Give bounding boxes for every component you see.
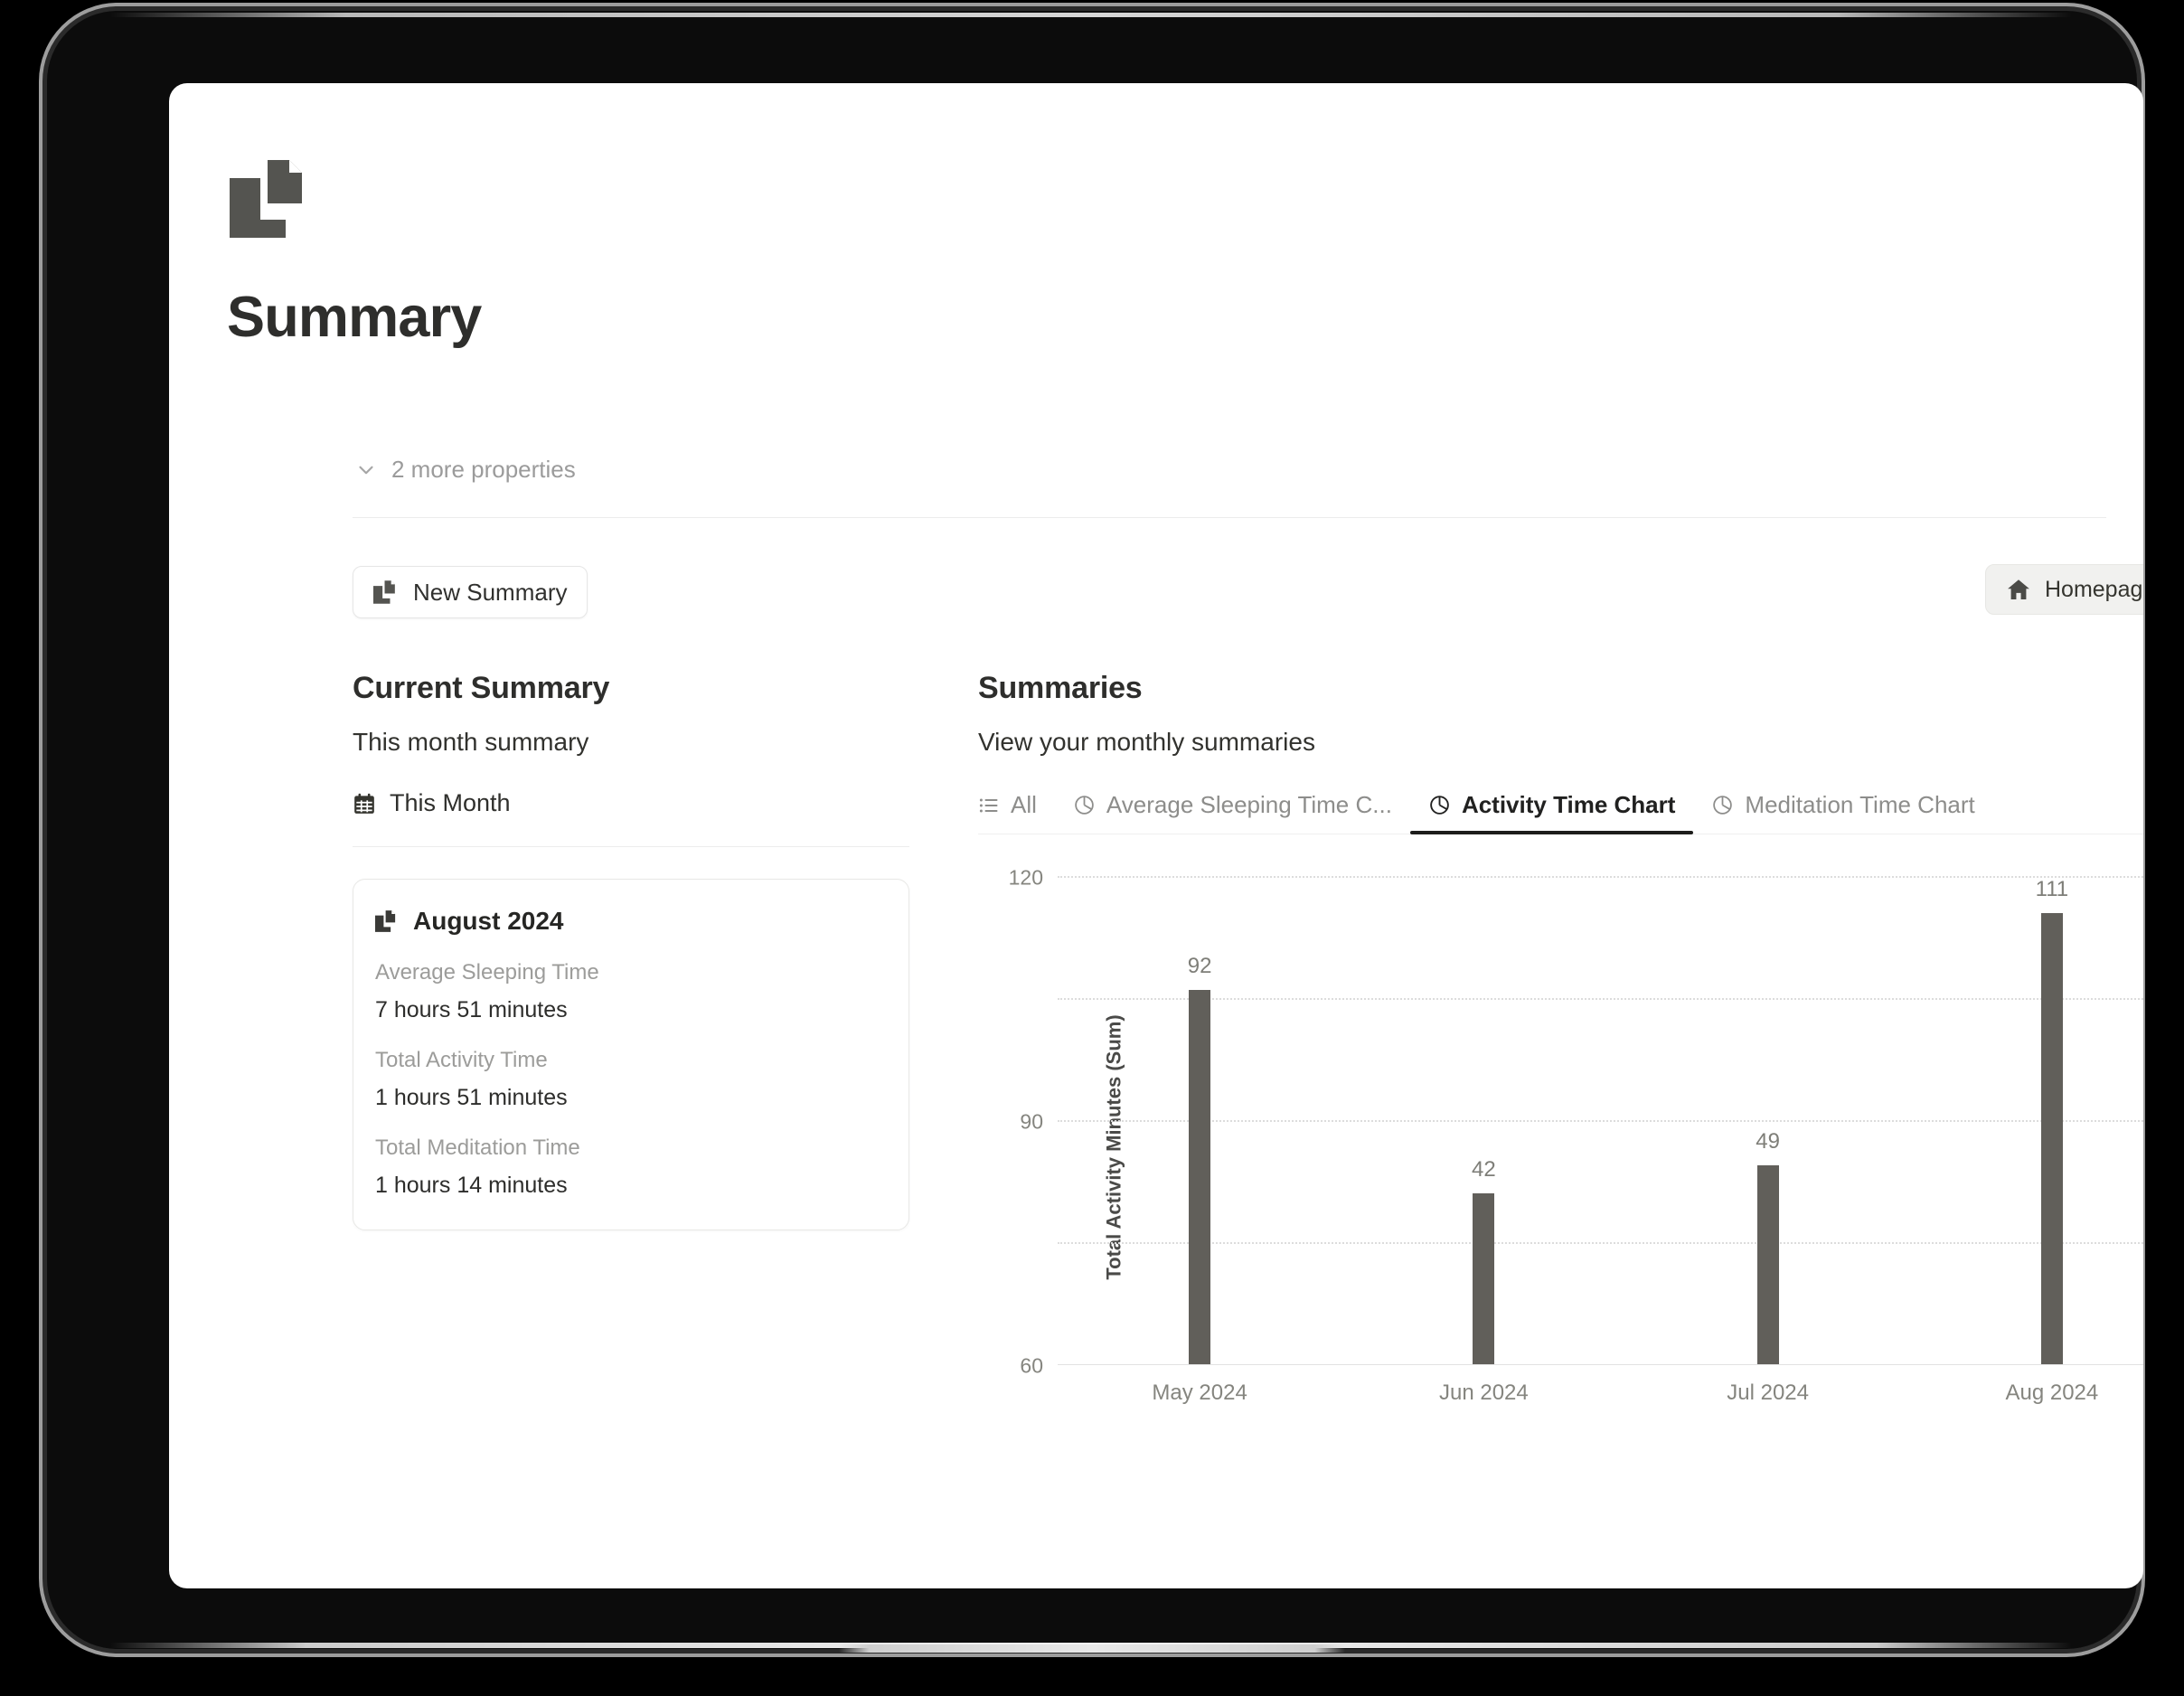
chart-bar[interactable]	[2040, 912, 2063, 1364]
tab-activity-time-chart-label: Activity Time Chart	[1461, 791, 1676, 818]
chart-bar-value-label: 49	[1756, 1128, 1780, 1154]
home-icon	[2006, 577, 2031, 602]
field-value-meditation: 1 hours 14 minutes	[375, 1173, 568, 1198]
chart-tabs: All Average Sleeping Time C... Activity …	[978, 789, 2143, 834]
tab-all-label: All	[1011, 791, 1037, 818]
app-page: Summary 2 more properties New Summary Ho…	[169, 83, 2143, 1588]
left-panel-divider	[353, 846, 909, 847]
frame-top-edge	[110, 13, 2072, 17]
chart-plot-area: 030609012092May 202442Jun 202449Jul 2024…	[1009, 866, 2143, 1406]
chart-bar-value-label: 111	[2035, 876, 2069, 901]
documents-icon	[373, 580, 399, 604]
chart-bar-value-label: 42	[1472, 1157, 1496, 1182]
pie-chart-icon	[1428, 794, 1451, 816]
more-properties-label: 2 more properties	[391, 456, 576, 483]
list-icon	[978, 795, 1000, 816]
pie-chart-icon	[1073, 794, 1096, 816]
more-properties-toggle[interactable]: 2 more properties	[354, 456, 576, 484]
pie-chart-icon	[1711, 794, 1734, 816]
summary-card-title: August 2024	[413, 907, 564, 935]
field-value-activity: 1 hours 51 minutes	[375, 1085, 568, 1110]
tab-average-sleeping-time-chart[interactable]: Average Sleeping Time C...	[1055, 789, 1410, 834]
tablet-frame: Summary 2 more properties New Summary Ho…	[47, 11, 2143, 1653]
chart-bar[interactable]	[1189, 990, 1211, 1364]
homepage-label: Homepage	[2045, 576, 2143, 602]
chart-bar-value-label: 92	[1187, 954, 1212, 978]
chart-bar-group[interactable]: 42 Jun 2024	[1341, 876, 1625, 1405]
chart-gridline: 0	[1058, 1364, 2143, 1365]
summaries-subtitle: View your monthly summaries	[978, 728, 1315, 756]
summary-card-title-row: August 2024	[375, 907, 887, 936]
chart-bar[interactable]	[1473, 1193, 1495, 1364]
this-month-filter[interactable]: This Month	[353, 789, 909, 817]
new-summary-label: New Summary	[413, 578, 568, 606]
field-label-sleeping: Average Sleeping Time	[375, 960, 599, 985]
tab-activity-time-chart[interactable]: Activity Time Chart	[1409, 789, 1694, 834]
chart-x-tick: Aug 2024	[2005, 1380, 2099, 1405]
activity-time-chart: Total Activity Minutes (Sum) 03060901209…	[978, 866, 2143, 1418]
documents-icon	[230, 160, 315, 238]
field-value-sleeping: 7 hours 51 minutes	[375, 997, 568, 1022]
chevron-down-icon	[354, 458, 378, 482]
chart-x-tick: Jun 2024	[1438, 1380, 1529, 1405]
chart-bar-group[interactable]: 92 May 2024	[1058, 876, 1341, 1405]
tab-meditation-time-chart-label: Meditation Time Chart	[1745, 791, 1975, 818]
current-summary-heading: Current Summary	[353, 671, 610, 705]
field-label-activity: Total Activity Time	[375, 1048, 548, 1072]
chart-bar-group[interactable]: 111 Aug 2024	[1910, 876, 2143, 1406]
tablet-screen: Summary 2 more properties New Summary Ho…	[169, 83, 2143, 1588]
new-summary-button[interactable]: New Summary	[353, 566, 588, 618]
page-title: Summary	[227, 286, 482, 349]
tab-average-sleeping-time-chart-label: Average Sleeping Time C...	[1106, 791, 1392, 818]
calendar-icon	[353, 792, 376, 815]
chart-bar[interactable]	[1756, 1164, 1779, 1364]
summary-card[interactable]: August 2024 Average Sleeping Time 7 hour…	[353, 879, 909, 1230]
field-label-meditation: Total Meditation Time	[375, 1135, 580, 1160]
chart-x-tick: Jul 2024	[1727, 1380, 1809, 1405]
this-month-label: This Month	[390, 789, 511, 816]
chart-y-tick: 120	[1008, 865, 1043, 890]
chart-bar-group[interactable]: 49 Jul 2024	[1626, 876, 1910, 1406]
homepage-button[interactable]: Homepage	[1985, 564, 2143, 615]
chart-x-tick: May 2024	[1152, 1380, 1247, 1405]
chart-y-tick: 90	[1020, 1109, 1043, 1134]
summaries-panel: Summaries View your monthly summaries Al…	[978, 671, 2143, 1418]
current-summary-panel: Current Summary This month summary This …	[353, 671, 909, 1230]
tab-all[interactable]: All	[978, 789, 1055, 834]
chart-y-tick: 60	[1020, 1353, 1043, 1378]
current-summary-subtitle: This month summary	[353, 728, 589, 756]
frame-bottom-port	[839, 1644, 1345, 1653]
documents-icon	[375, 910, 399, 932]
summaries-heading: Summaries	[978, 671, 1143, 705]
header-divider	[353, 517, 2106, 518]
tab-meditation-time-chart[interactable]: Meditation Time Chart	[1693, 789, 1992, 834]
